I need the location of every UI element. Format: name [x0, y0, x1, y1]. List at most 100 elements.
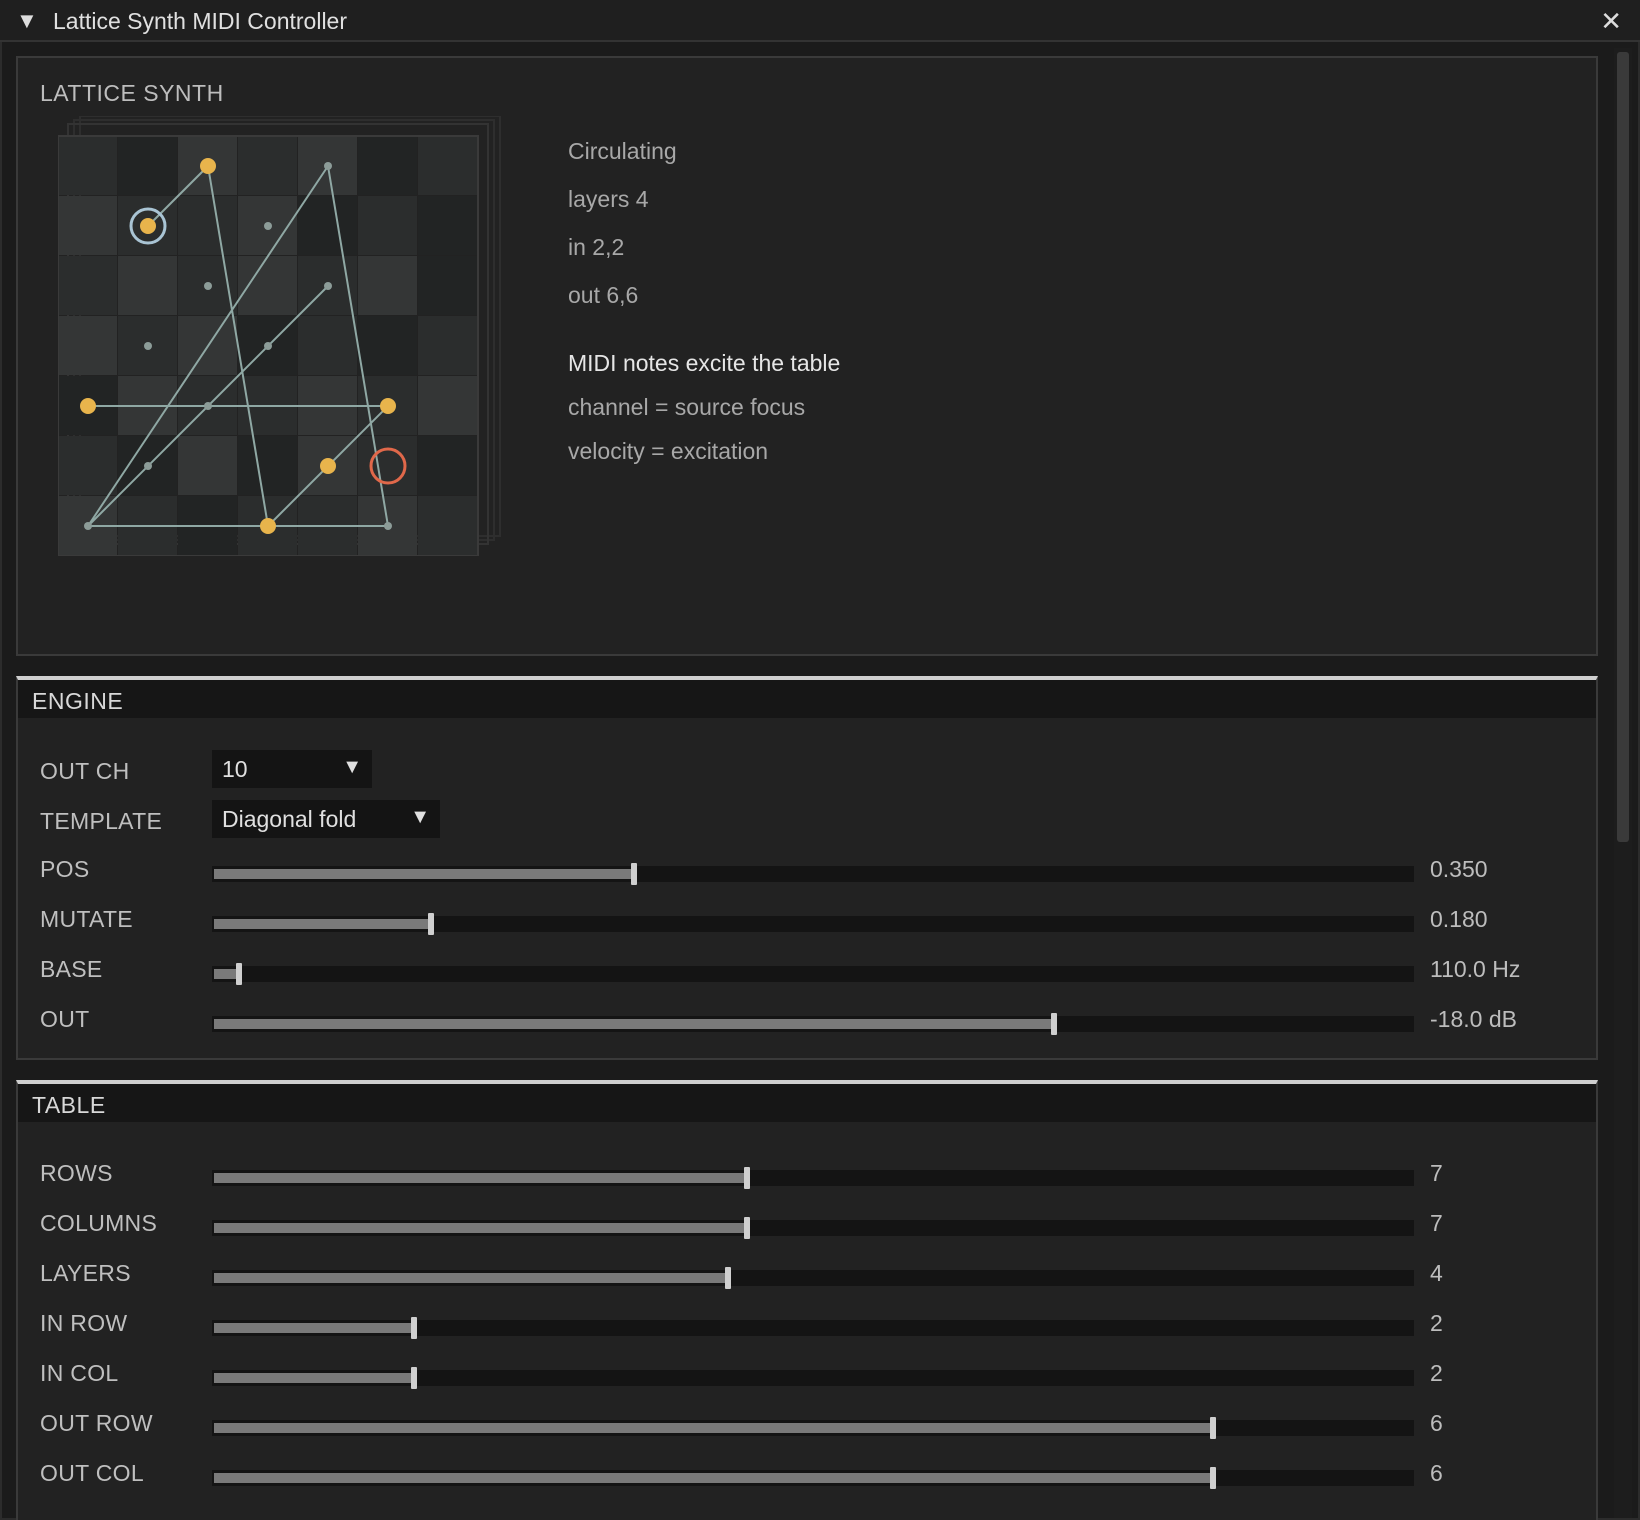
engine-header[interactable]: ENGINE: [18, 680, 1596, 718]
slider-track[interactable]: [212, 913, 1414, 935]
lattice-cell[interactable]: [118, 256, 177, 315]
lattice-cell[interactable]: [238, 136, 297, 195]
active-node: [380, 398, 396, 414]
slider-handle[interactable]: [428, 913, 434, 935]
active-node: [140, 218, 156, 234]
lattice-cell[interactable]: [238, 436, 297, 495]
velocity-note: velocity = excitation: [568, 438, 769, 464]
lattice-grid-svg[interactable]: [58, 116, 508, 556]
lattice-node: [384, 522, 392, 530]
slider-value: 0.180: [1430, 906, 1488, 932]
out-ch-dropdown[interactable]: 10 ▼: [212, 750, 372, 788]
engine-panel: ENGINE OUT CH 10 ▼ TEMPLATE Diagonal fol…: [16, 676, 1598, 1060]
lattice-cell[interactable]: [358, 256, 417, 315]
lattice-cell[interactable]: [298, 316, 357, 375]
active-node: [260, 518, 276, 534]
slider-track[interactable]: [212, 1167, 1414, 1189]
slider-track[interactable]: [212, 1467, 1414, 1489]
lattice-cell[interactable]: [358, 136, 417, 195]
close-icon[interactable]: ✕: [1600, 6, 1622, 37]
window-title: Lattice Synth MIDI Controller: [53, 8, 348, 34]
vertical-scrollbar[interactable]: [1614, 48, 1632, 1518]
lattice-cell[interactable]: [358, 316, 417, 375]
lattice-cell[interactable]: [418, 196, 477, 255]
channel-note: channel = source focus: [568, 394, 806, 420]
slider-fill: [214, 869, 633, 879]
table-header[interactable]: TABLE: [18, 1084, 1596, 1122]
lattice-node: [324, 162, 332, 170]
out-ch-label: OUT CH: [40, 758, 130, 784]
slider-handle[interactable]: [1210, 1417, 1216, 1439]
table-panel: TABLE ROWS 7 COLUMNS 7 LAYERS 4 IN ROW 2 IN COL 2…: [16, 1080, 1598, 1520]
slider-fill: [214, 1473, 1212, 1483]
active-node: [320, 458, 336, 474]
lattice-cell[interactable]: [58, 256, 117, 315]
slider-track[interactable]: [212, 1013, 1414, 1035]
slider-value: 6: [1430, 1460, 1443, 1486]
lattice-cell[interactable]: [358, 196, 417, 255]
slider-handle[interactable]: [744, 1217, 750, 1239]
lattice-grid-view[interactable]: [58, 116, 508, 556]
slider-handle[interactable]: [236, 963, 242, 985]
lattice-cell[interactable]: [418, 256, 477, 315]
lattice-node: [144, 462, 152, 470]
slider-track[interactable]: [212, 863, 1414, 885]
lattice-cell[interactable]: [178, 196, 237, 255]
lattice-cell[interactable]: [418, 136, 477, 195]
lattice-cell[interactable]: [238, 256, 297, 315]
collapse-icon[interactable]: ▼: [16, 8, 38, 34]
slider-label: OUT: [40, 1006, 90, 1032]
lattice-cell[interactable]: [58, 316, 117, 375]
lattice-cell[interactable]: [178, 436, 237, 495]
dropdown-arrow-icon: ▼: [410, 806, 430, 828]
slider-label: ROWS: [40, 1160, 113, 1186]
slider-handle[interactable]: [411, 1367, 417, 1389]
template-value: Diagonal fold: [222, 806, 357, 832]
slider-track[interactable]: [212, 1267, 1414, 1289]
slider-handle[interactable]: [725, 1267, 731, 1289]
slider-fill: [214, 1323, 413, 1333]
slider-track[interactable]: [212, 1417, 1414, 1439]
slider-handle[interactable]: [631, 863, 637, 885]
out-ch-value: 10: [222, 756, 248, 782]
lattice-cell[interactable]: [418, 496, 477, 555]
table-header-label: TABLE: [32, 1092, 106, 1118]
lattice-node: [324, 282, 332, 290]
window-titlebar: ▼ Lattice Synth MIDI Controller ✕: [0, 0, 1640, 42]
engine-header-label: ENGINE: [32, 688, 124, 714]
slider-fill: [214, 1173, 746, 1183]
slider-value: 6: [1430, 1410, 1443, 1436]
slider-handle[interactable]: [411, 1317, 417, 1339]
slider-value: 0.350: [1430, 856, 1488, 882]
slider-track[interactable]: [212, 1317, 1414, 1339]
slider-handle[interactable]: [1051, 1013, 1057, 1035]
slider-label: BASE: [40, 956, 103, 982]
slider-fill: [214, 919, 430, 929]
lattice-cell[interactable]: [418, 376, 477, 435]
lattice-cell[interactable]: [358, 436, 417, 495]
slider-handle[interactable]: [744, 1167, 750, 1189]
slider-track[interactable]: [212, 1217, 1414, 1239]
lattice-cell[interactable]: [418, 316, 477, 375]
layers-text: layers 4: [568, 186, 649, 212]
lattice-panel-title: LATTICE SYNTH: [40, 80, 224, 106]
slider-handle[interactable]: [1210, 1467, 1216, 1489]
active-node: [80, 398, 96, 414]
slider-value: 2: [1430, 1360, 1443, 1386]
lattice-cell[interactable]: [58, 436, 117, 495]
lattice-cell[interactable]: [118, 136, 177, 195]
lattice-cell[interactable]: [298, 196, 357, 255]
lattice-cell[interactable]: [58, 136, 117, 195]
slider-label: IN ROW: [40, 1310, 128, 1336]
slider-track[interactable]: [212, 963, 1414, 985]
lattice-cell[interactable]: [418, 436, 477, 495]
slider-value: 7: [1430, 1210, 1443, 1236]
lattice-panel: LATTICE SYNTH Circulating layers 4 in 2,…: [16, 56, 1598, 656]
slider-label: LAYERS: [40, 1260, 131, 1286]
scrollbar-thumb[interactable]: [1617, 52, 1629, 842]
slider-fill: [214, 1423, 1212, 1433]
input-text: in 2,2: [568, 234, 625, 260]
lattice-cell[interactable]: [58, 196, 117, 255]
slider-track[interactable]: [212, 1367, 1414, 1389]
template-dropdown[interactable]: Diagonal fold ▼: [212, 800, 440, 838]
